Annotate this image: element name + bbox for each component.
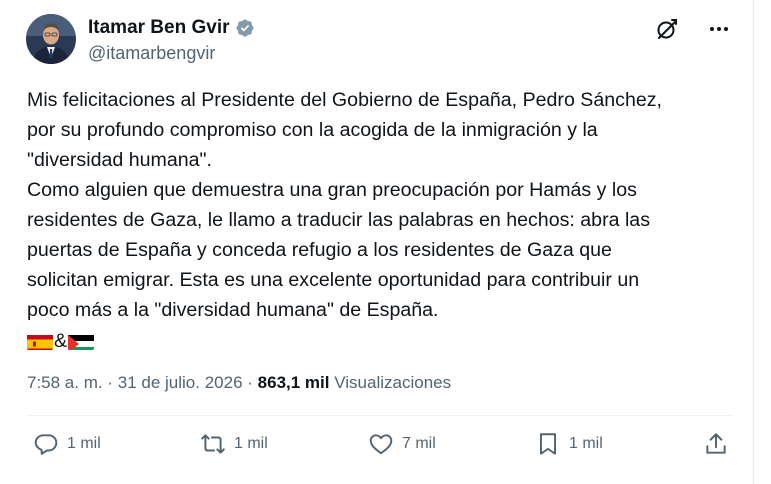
tweet-text: Mis felicitaciones al Presidente del Gob… (27, 85, 727, 356)
tweet-text-line: residentes de Gaza, le llamo a traducir … (27, 209, 650, 231)
bookmark-icon (539, 433, 557, 455)
more-icon[interactable] (707, 17, 731, 41)
meta-separator: · (247, 373, 253, 392)
retweet-count: 1 mil (234, 435, 268, 452)
tweet-meta: 7:58 a. m. · 31 de julio. 2026 · 863,1 m… (27, 373, 451, 393)
reply-button[interactable]: 1 mil (33, 431, 101, 457)
flag-separator: & (54, 330, 68, 352)
tweet-text-line: Mis felicitaciones al Presidente del Gob… (27, 89, 662, 111)
grok-icon[interactable] (655, 17, 679, 41)
bookmark-count: 1 mil (569, 435, 603, 452)
views-label: Visualizaciones (334, 373, 452, 392)
verified-badge-icon[interactable] (235, 18, 255, 38)
retweet-icon (201, 434, 225, 454)
views-count: 863,1 mil (257, 373, 330, 392)
action-bar: 1 mil 1 mil 7 mil 1 mil (0, 431, 753, 467)
reply-icon (34, 434, 58, 455)
tweet-text-line: solicitan emigrar. Esta es una excelente… (27, 269, 640, 291)
meta-separator: · (107, 373, 114, 392)
tweet-time[interactable]: 7:58 a. m. (27, 373, 103, 392)
tweet-text-line: Como alguien que demuestra una gran preo… (27, 179, 637, 201)
tweet-text-line: por su profundo compromiso con la acogid… (27, 119, 598, 141)
tweet-header: Itamar Ben Gvir @itamarbengvir (26, 14, 733, 68)
author-name[interactable]: Itamar Ben Gvir (88, 17, 230, 39)
bookmark-button[interactable]: 1 mil (535, 431, 603, 457)
like-count: 7 mil (402, 435, 436, 452)
reply-count: 1 mil (67, 435, 101, 452)
share-icon (706, 433, 726, 454)
tweet-date[interactable]: 31 de julio. 2026 (118, 373, 243, 392)
share-button[interactable] (703, 431, 729, 457)
tweet-text-line: "diversidad humana". (27, 149, 212, 171)
palestine-flag-icon (68, 332, 95, 350)
tweet-text-line: poco más a la "diversidad humana" de Esp… (27, 299, 439, 321)
retweet-button[interactable]: 1 mil (200, 431, 268, 457)
heart-icon (369, 434, 393, 455)
spain-flag-icon (27, 332, 53, 350)
divider (27, 415, 733, 416)
name-row: Itamar Ben Gvir (88, 17, 255, 39)
like-button[interactable]: 7 mil (368, 431, 436, 457)
tweet-card: Itamar Ben Gvir @itamarbengvir Mis felic… (0, 0, 754, 484)
tweet-text-line: puertas de España y conceda refugio a lo… (27, 239, 612, 261)
author-handle[interactable]: @itamarbengvir (88, 43, 215, 64)
flag-row: & (27, 326, 727, 356)
avatar[interactable] (26, 14, 76, 64)
